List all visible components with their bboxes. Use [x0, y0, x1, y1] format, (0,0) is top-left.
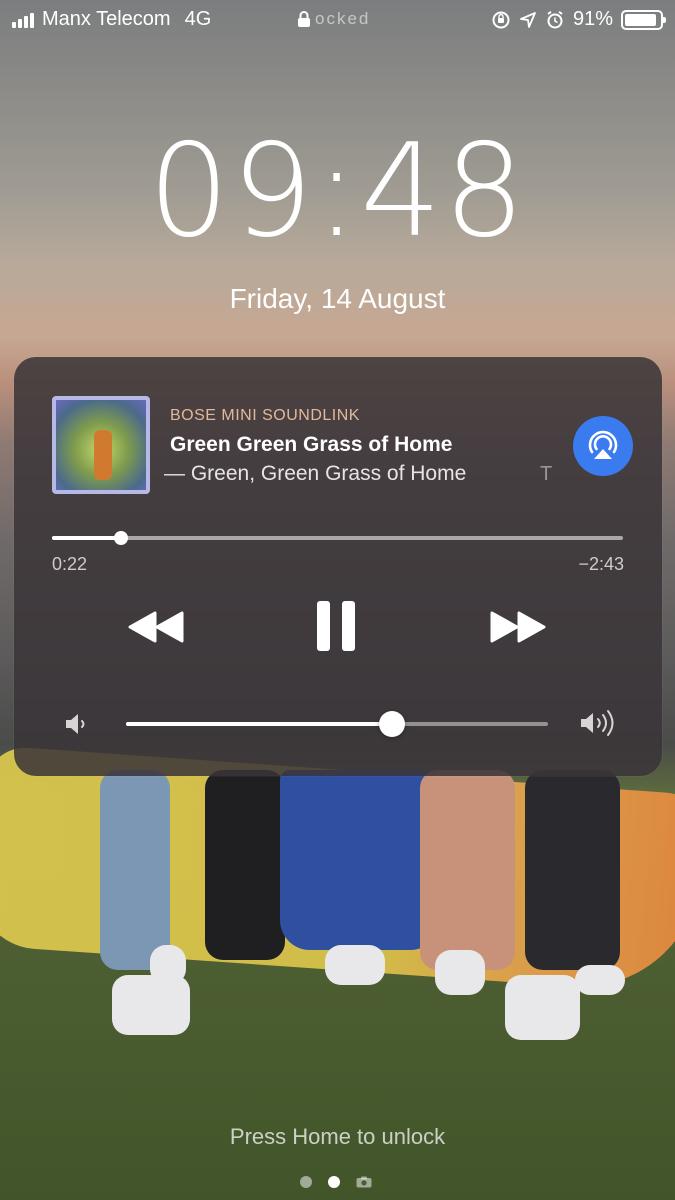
wallpaper-shoe [505, 975, 580, 1040]
album-artwork[interactable] [52, 396, 150, 494]
playback-scrubber[interactable] [113, 531, 128, 545]
wallpaper-shoe [325, 945, 385, 985]
unlock-hint: Press Home to unlock [229, 1124, 446, 1149]
wallpaper-figure [100, 770, 170, 970]
fast-forward-button[interactable] [488, 605, 548, 649]
rewind-button[interactable] [126, 605, 186, 649]
pause-button[interactable] [312, 597, 360, 655]
volume-high-icon [581, 710, 614, 736]
track-title: Green Green Grass of Home [170, 433, 453, 456]
wallpaper-figure [205, 770, 285, 960]
elapsed-time: 0:22 [52, 554, 88, 574]
volume-slider[interactable] [126, 711, 548, 737]
wallpaper-shoe [435, 950, 485, 995]
airplay-icon [588, 430, 618, 459]
signal-strength-icon [12, 12, 34, 28]
lock-status: ocked [297, 9, 370, 29]
output-device-label: BOSE MINI SOUNDLINK [170, 407, 360, 424]
alarm-icon [547, 10, 563, 28]
rotation-lock-icon [492, 11, 510, 28]
volume-low-icon [66, 714, 85, 734]
page-dot-active[interactable] [328, 1176, 340, 1188]
location-icon [520, 11, 536, 28]
rewind-icon [128, 611, 184, 643]
lock-status-text: ocked [315, 9, 371, 28]
battery-level [625, 13, 656, 26]
lockscreen-time: 09:48 [148, 117, 527, 266]
album-artwork-figure [94, 430, 112, 480]
remaining-time: −2:43 [578, 554, 624, 574]
playback-progress-bar[interactable] [52, 531, 623, 545]
wallpaper-figure [280, 770, 440, 950]
battery-icon [621, 9, 666, 30]
network-type: 4G [184, 8, 212, 30]
wallpaper-figure [420, 770, 515, 970]
wallpaper-shoe [150, 945, 186, 985]
wallpaper-figure [525, 770, 620, 970]
playback-progress-fill [52, 536, 121, 540]
page-dot[interactable] [300, 1176, 312, 1188]
wallpaper-shoe [112, 975, 190, 1035]
volume-slider-knob[interactable] [378, 711, 405, 737]
battery-percentage: 91% [572, 8, 613, 30]
status-bar: Manx Telecom 4G ocked 91% [0, 0, 675, 40]
airplay-button[interactable] [573, 416, 633, 476]
wallpaper-shoe [575, 965, 625, 995]
fast-forward-icon [490, 611, 546, 643]
lockscreen-date: Friday, 14 August [229, 283, 446, 314]
track-subtitle: — Green, Green Grass of Home [164, 462, 467, 485]
carrier-name: Manx Telecom [42, 8, 171, 30]
page-indicator[interactable] [300, 1176, 372, 1188]
camera-icon[interactable] [356, 1176, 372, 1188]
volume-slider-fill [126, 722, 392, 726]
pause-icon [317, 601, 355, 651]
lock-icon [298, 11, 310, 27]
now-playing-widget: BOSE MINI SOUNDLINK Green Green Grass of… [14, 357, 662, 776]
track-subtitle-overflow: T [540, 463, 553, 485]
